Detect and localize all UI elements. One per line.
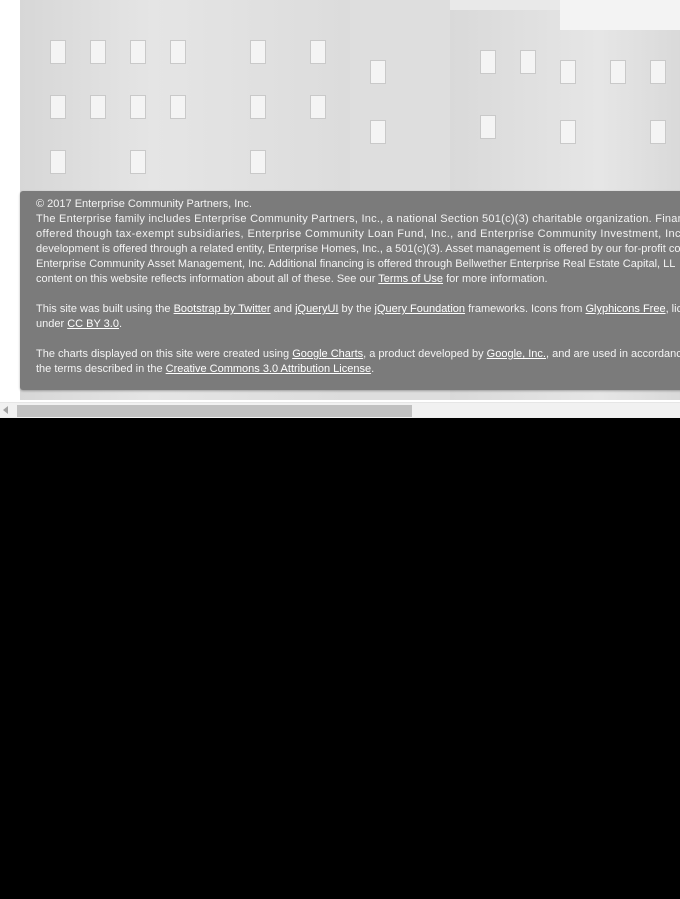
window <box>130 40 146 64</box>
text-span: and <box>270 303 296 315</box>
text-span: . <box>118 318 123 330</box>
text-span: , a product developed by <box>363 348 487 360</box>
window <box>560 60 576 84</box>
window <box>650 60 666 84</box>
cc-by-link[interactable]: CC BY 3.0 <box>67 318 119 330</box>
window <box>310 40 326 64</box>
text-span: The charts displayed on this site were c… <box>36 348 293 360</box>
text-span: by the <box>338 303 375 315</box>
disclosure-line: offered though tax-exempt subsidiaries, … <box>36 228 680 240</box>
window <box>480 115 496 139</box>
credits-line: under CC BY 3.0. <box>36 317 680 332</box>
page-viewport: © 2017 Enterprise Community Partners, In… <box>0 0 680 418</box>
disclosure-line: content on this website reflects informa… <box>36 272 680 287</box>
window <box>650 120 666 144</box>
text-span: content on this website reflects informa… <box>36 273 379 285</box>
text-span: . <box>371 363 375 375</box>
sky <box>560 0 680 30</box>
charts-line: the terms described in the Creative Comm… <box>36 362 680 377</box>
window <box>520 50 536 74</box>
window <box>130 95 146 119</box>
window <box>90 95 106 119</box>
window <box>370 60 386 84</box>
glyphicons-link[interactable]: Glyphicons Free <box>585 303 665 315</box>
google-charts-link[interactable]: Google Charts <box>292 348 363 360</box>
text-span: for more information. <box>443 273 548 285</box>
window <box>560 120 576 144</box>
text-span: , lic <box>665 303 680 315</box>
window <box>370 120 386 144</box>
horizontal-scrollbar[interactable] <box>0 402 680 418</box>
window <box>130 150 146 174</box>
text-span: under <box>36 318 68 330</box>
window <box>90 40 106 64</box>
copyright-text: © 2017 Enterprise Community Partners, In… <box>36 198 252 210</box>
scrollbar-thumb[interactable] <box>17 405 412 417</box>
charts-line: The charts displayed on this site were c… <box>36 347 680 362</box>
disclosure-line: development is offered through a related… <box>36 243 680 255</box>
window <box>250 150 266 174</box>
window <box>50 95 66 119</box>
jqueryui-link[interactable]: jQueryUI <box>295 303 338 315</box>
window <box>170 40 186 64</box>
bootstrap-link[interactable]: Bootstrap by Twitter <box>174 303 271 315</box>
text-span: , and are used in accordanc <box>546 348 680 360</box>
creative-commons-link[interactable]: Creative Commons 3.0 Attribution License <box>166 363 371 375</box>
window <box>170 95 186 119</box>
text-span: frameworks. Icons from <box>465 303 586 315</box>
disclosure-line: Enterprise Community Asset Management, I… <box>36 258 676 270</box>
credits-line: This site was built using the Bootstrap … <box>36 302 680 317</box>
text-span: This site was built using the <box>36 303 174 315</box>
window <box>480 50 496 74</box>
google-link[interactable]: Google, Inc. <box>487 348 546 360</box>
window <box>310 95 326 119</box>
text-span: the terms described in the <box>36 363 166 375</box>
window <box>250 95 266 119</box>
window <box>50 150 66 174</box>
window <box>50 40 66 64</box>
window <box>610 60 626 84</box>
footer-text: © 2017 Enterprise Community Partners, In… <box>36 197 680 377</box>
window <box>250 40 266 64</box>
jquery-foundation-link[interactable]: jQuery Foundation <box>375 303 466 315</box>
scroll-left-arrow-icon[interactable] <box>3 406 8 414</box>
disclosure-line: The Enterprise family includes Enterpris… <box>36 213 680 225</box>
site-footer: © 2017 Enterprise Community Partners, In… <box>20 191 680 390</box>
terms-of-use-link[interactable]: Terms of Use <box>378 273 443 285</box>
